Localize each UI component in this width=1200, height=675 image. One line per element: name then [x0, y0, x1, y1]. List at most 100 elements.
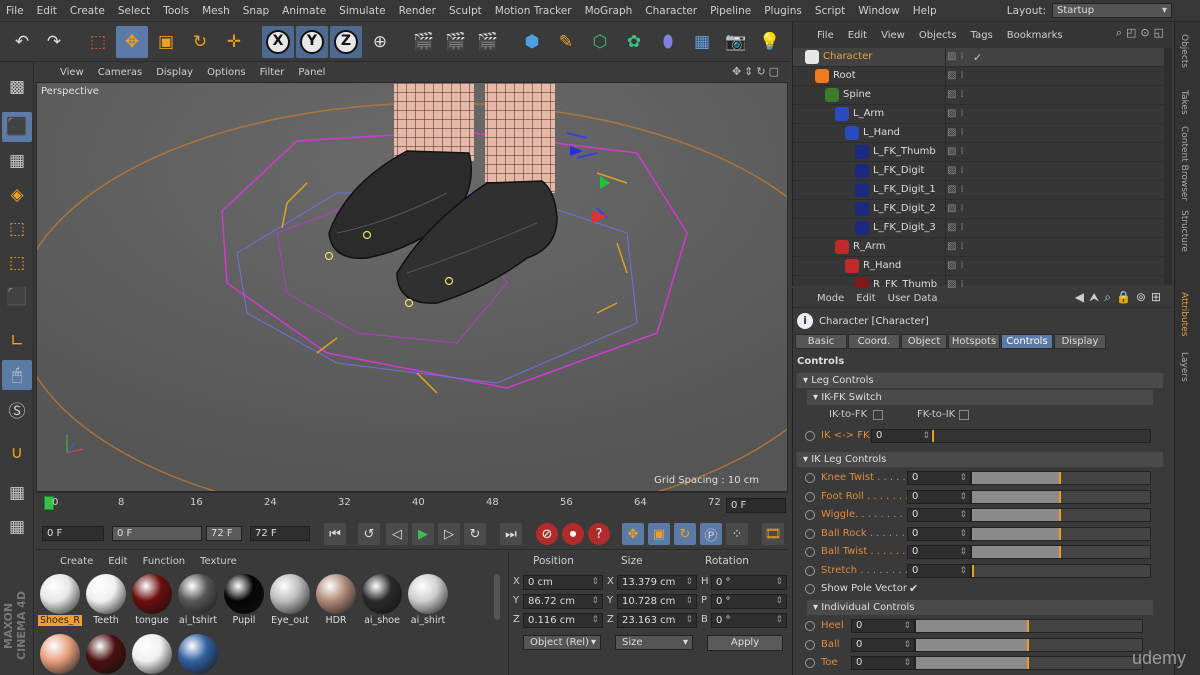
rotate-tool-icon[interactable]: ↻: [184, 26, 216, 58]
position-z-field[interactable]: 0.116 cm: [523, 613, 603, 628]
ikfk-switch-group[interactable]: ▾ IK-FK Switch: [807, 390, 1153, 405]
slider-knob[interactable]: [1059, 546, 1061, 559]
om-menu-tags[interactable]: Tags: [971, 30, 993, 41]
rotation-b-field[interactable]: 0 °: [711, 613, 787, 628]
move-tool-icon[interactable]: ✥: [116, 26, 148, 58]
z-axis-lock-icon[interactable]: Z: [330, 26, 362, 58]
material-swatch[interactable]: Eye_out: [268, 574, 312, 626]
record-pla-icon[interactable]: ⁘: [726, 523, 748, 545]
parameter-value-field[interactable]: 0: [907, 471, 971, 485]
show-pole-vector-checkbox[interactable]: ✔: [909, 582, 918, 595]
parameter-value-field[interactable]: 0: [907, 489, 971, 504]
parameter-slider[interactable]: [915, 619, 1143, 633]
material-menu-function[interactable]: Function: [143, 556, 186, 567]
next-frame-icon[interactable]: ▷: [438, 523, 460, 545]
menu-sculpt[interactable]: Sculpt: [449, 5, 482, 17]
x-axis-lock-icon[interactable]: X: [262, 26, 294, 58]
menu-tools[interactable]: Tools: [163, 5, 189, 17]
workplane-mode-icon[interactable]: ◈: [2, 180, 32, 210]
object-row[interactable]: L_Hand ▨⁞: [793, 124, 1165, 143]
slider-knob[interactable]: [1059, 472, 1061, 484]
tab-content-browser[interactable]: Content Browser: [1179, 126, 1189, 201]
cube-primitive-icon[interactable]: ⬢: [516, 26, 548, 58]
viewport-menu-filter[interactable]: Filter: [260, 67, 285, 78]
slider-knob[interactable]: [1059, 490, 1061, 503]
animate-toggle[interactable]: [805, 491, 815, 502]
menu-help[interactable]: Help: [913, 5, 937, 17]
visibility-flags-icon[interactable]: ▨⁞: [947, 203, 968, 214]
tab-coord[interactable]: Coord.: [848, 334, 900, 349]
start-frame-field[interactable]: 0 F: [42, 526, 104, 541]
parameter-value-field[interactable]: 0: [907, 526, 971, 541]
light-icon[interactable]: 💡: [754, 26, 786, 58]
menu-edit[interactable]: Edit: [37, 5, 57, 17]
ik-fk-field[interactable]: 0: [871, 429, 933, 443]
viewport-nav-icons[interactable]: ✥⇕↻▢: [732, 65, 782, 78]
visibility-flags-icon[interactable]: ▨⁞: [947, 222, 968, 233]
layout-dropdown[interactable]: Startup: [1052, 3, 1172, 18]
visibility-flags-icon[interactable]: ▨⁞: [947, 89, 968, 100]
position-y-field[interactable]: 86.72 cm: [523, 594, 603, 609]
parameter-value-field[interactable]: 0: [907, 508, 971, 523]
material-preview[interactable]: [86, 634, 126, 674]
visibility-flags-icon[interactable]: ▨⁞: [947, 108, 968, 119]
grid-icon[interactable]: ▦: [2, 512, 32, 542]
slider-knob[interactable]: [1059, 527, 1061, 540]
preview-range-slider[interactable]: 0 F: [112, 526, 202, 541]
tab-basic[interactable]: Basic: [795, 334, 847, 349]
menu-file[interactable]: File: [6, 5, 24, 17]
material-preview[interactable]: [132, 634, 172, 674]
menu-plugins[interactable]: Plugins: [764, 5, 802, 17]
parameter-slider[interactable]: [971, 489, 1151, 504]
visibility-flags-icon[interactable]: ▨⁞: [947, 184, 968, 195]
menu-select[interactable]: Select: [118, 5, 150, 17]
workplane-icon[interactable]: ▦: [2, 478, 32, 508]
make-editable-icon[interactable]: ▩: [2, 72, 32, 102]
viewport-menu-panel[interactable]: Panel: [298, 67, 325, 78]
tab-hotspots[interactable]: Hotspots: [948, 334, 1000, 349]
go-to-end-icon[interactable]: ⏭: [500, 523, 522, 545]
om-scrollbar[interactable]: [1164, 48, 1172, 284]
om-menu-view[interactable]: View: [881, 30, 905, 41]
object-row[interactable]: L_FK_Digit_1 ▨⁞: [793, 181, 1165, 200]
menu-animate[interactable]: Animate: [282, 5, 326, 17]
animate-toggle[interactable]: [805, 473, 815, 483]
enabled-check-icon[interactable]: ✓: [973, 51, 982, 64]
visibility-flags-icon[interactable]: ▨⁞: [947, 51, 968, 62]
rotation-p-field[interactable]: 0 °: [711, 594, 787, 609]
polygons-mode-icon[interactable]: ⬛: [2, 282, 32, 312]
parameter-value-field[interactable]: 0: [851, 637, 915, 652]
material-preview[interactable]: [40, 634, 80, 674]
magnet-icon[interactable]: ∪: [2, 438, 32, 468]
animate-toggle[interactable]: [805, 510, 815, 521]
slider-knob[interactable]: [1027, 620, 1029, 632]
visibility-flags-icon[interactable]: ▨⁞: [947, 260, 968, 271]
ik-to-fk-checkbox[interactable]: [873, 410, 883, 420]
attr-nav-icons[interactable]: ◀⮝⌕🔒⊚⊞: [1075, 290, 1166, 305]
parameter-slider[interactable]: [971, 471, 1151, 485]
timeline-window-icon[interactable]: 🎞: [762, 523, 784, 545]
coordinate-system-icon[interactable]: ⊕: [364, 26, 396, 58]
size-z-field[interactable]: 23.163 cm: [617, 613, 697, 628]
viewport-menu-display[interactable]: Display: [156, 67, 193, 78]
parameter-slider[interactable]: [971, 526, 1151, 541]
tab-display[interactable]: Display: [1054, 334, 1106, 349]
size-y-field[interactable]: 10.728 cm: [617, 594, 697, 609]
pen-spline-icon[interactable]: ✎: [550, 26, 582, 58]
object-row[interactable]: L_FK_Digit_2 ▨⁞: [793, 200, 1165, 219]
menu-window[interactable]: Window: [858, 5, 899, 17]
tweak-mode-icon[interactable]: 🖱: [2, 360, 32, 390]
individual-controls-group[interactable]: ▾ Individual Controls: [807, 600, 1153, 615]
coordinate-mode-dropdown[interactable]: Object (Rel): [523, 635, 601, 650]
om-menu-file[interactable]: File: [817, 30, 834, 41]
animate-toggle[interactable]: [805, 658, 815, 669]
material-swatch[interactable]: HDR: [314, 574, 358, 626]
tab-object[interactable]: Object: [901, 334, 947, 349]
om-menu-bookmarks[interactable]: Bookmarks: [1007, 30, 1063, 41]
go-to-start-icon[interactable]: ⏮: [324, 523, 346, 545]
material-swatch[interactable]: ai_tshirt: [176, 574, 220, 626]
object-row[interactable]: R_Hand ▨⁞: [793, 257, 1165, 276]
texture-mode-icon[interactable]: ▦: [2, 146, 32, 176]
deformer-icon[interactable]: ⬮: [652, 26, 684, 58]
object-row[interactable]: L_FK_Digit_3 ▨⁞: [793, 219, 1165, 238]
